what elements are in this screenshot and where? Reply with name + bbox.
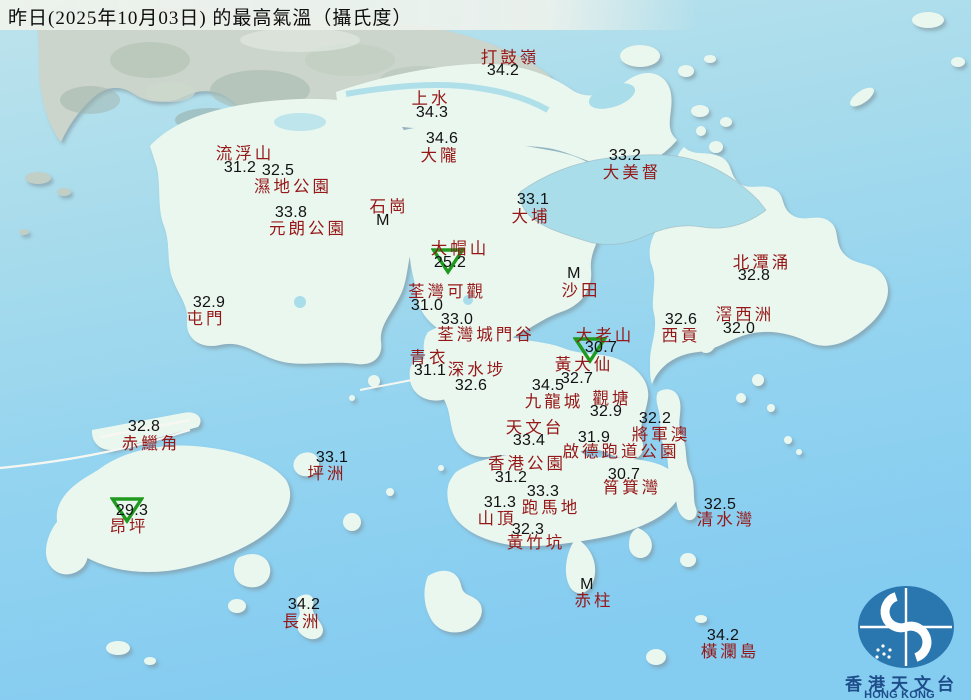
station-value: 32.7 xyxy=(560,370,594,387)
hko-logo: 香港天文台 HONG KONG OBSERVATORY xyxy=(828,580,971,700)
station-value: 30.7 xyxy=(607,466,641,483)
station-value: 33.4 xyxy=(512,432,546,449)
station-value: 34.2 xyxy=(486,62,520,79)
station-value: 33.8 xyxy=(274,204,308,221)
station-value: 33.3 xyxy=(526,483,560,500)
map-title: 昨日(2025年10月03日) 的最高氣溫（攝氏度） xyxy=(8,8,413,29)
hko-logo-name-en: HONG KONG OBSERVATORY xyxy=(864,689,935,700)
hko-logo-emblem-icon xyxy=(858,586,954,668)
station-value: 32.8 xyxy=(737,267,771,284)
station-value: 33.2 xyxy=(608,147,642,164)
station-value: M xyxy=(567,265,581,282)
station-value: 33.0 xyxy=(440,311,474,328)
station-value: 29.3 xyxy=(115,502,149,519)
station-value: 33.1 xyxy=(315,449,349,466)
station-value: 31.2 xyxy=(494,469,528,486)
station-value: 25.2 xyxy=(433,254,467,271)
station-value: 32.9 xyxy=(192,294,226,311)
station-value: 31.0 xyxy=(410,297,444,314)
station-value: 34.6 xyxy=(425,130,459,147)
station-value: 34.2 xyxy=(287,596,321,613)
station-value: M xyxy=(376,212,390,229)
max-temperature-map: 昨日(2025年10月03日) 的最高氣溫（攝氏度） 34.2 打鼓嶺 34.3 上水… xyxy=(0,0,971,700)
station-value: 32.6 xyxy=(454,377,488,394)
station-value: 32.6 xyxy=(664,311,698,328)
station-value: 34.5 xyxy=(531,377,565,394)
station-value: 32.5 xyxy=(261,162,295,179)
station-value: 32.8 xyxy=(127,418,161,435)
station-value: 32.3 xyxy=(511,521,545,538)
station-value: 32.5 xyxy=(703,496,737,513)
station-value: 31.2 xyxy=(223,159,257,176)
station-value: 34.3 xyxy=(415,104,449,121)
hk-basemap-svg xyxy=(0,0,971,700)
station-value: 32.0 xyxy=(722,320,756,337)
station-value: 30.7 xyxy=(584,339,618,356)
station-value: 32.9 xyxy=(589,403,623,420)
station-value: 32.2 xyxy=(638,410,672,427)
station-value: 31.9 xyxy=(577,429,611,446)
station-value: 31.3 xyxy=(483,494,517,511)
station-value: 31.1 xyxy=(413,362,447,379)
station-value: 34.2 xyxy=(706,627,740,644)
station-value: M xyxy=(580,576,594,593)
station-value: 33.1 xyxy=(516,191,550,208)
